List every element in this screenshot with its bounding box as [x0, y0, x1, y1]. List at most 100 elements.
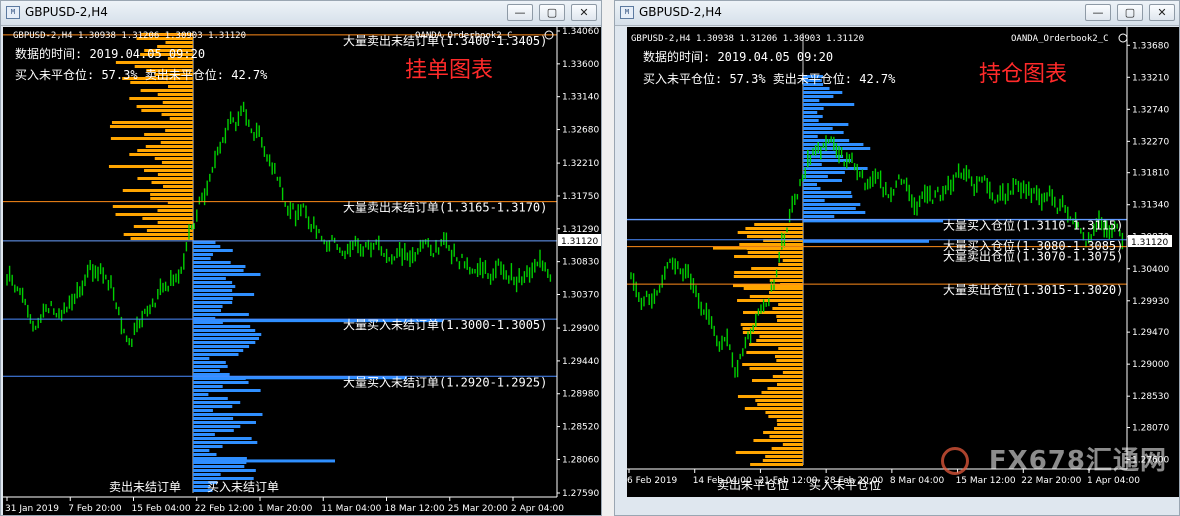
- buy-bar: [193, 325, 251, 328]
- buy-bar: [193, 393, 209, 396]
- sell-bar: [772, 307, 803, 310]
- maximize-icon[interactable]: ▢: [1117, 4, 1143, 21]
- current-price-label: 1.31120: [1131, 238, 1168, 248]
- sell-bar: [112, 205, 193, 208]
- time-tick-label: 2 Apr 04:00: [511, 504, 564, 514]
- sell-bar: [734, 271, 803, 274]
- buy-bar: [193, 297, 233, 300]
- sell-bar: [157, 221, 193, 224]
- sell-bar: [742, 327, 803, 330]
- time-tick-label: 1 Apr 04:00: [1087, 476, 1140, 486]
- buy-bar: [193, 417, 234, 420]
- sell-bar: [750, 463, 803, 466]
- maximize-icon[interactable]: ▢: [539, 4, 565, 21]
- time-tick-label: 25 Mar 20:00: [448, 504, 508, 514]
- mt4-chart-icon: M: [620, 6, 634, 19]
- mt4-chart-icon: M: [6, 6, 20, 19]
- sell-bar: [754, 223, 803, 226]
- buy-bar: [803, 99, 820, 102]
- sell-bar: [123, 233, 193, 236]
- chart-canvas-right[interactable]: 1.33680 1.33210 1.32740 1.32270 1.31810 1.313…: [627, 27, 1179, 497]
- price-tick-label: 1.28060: [562, 455, 599, 465]
- sell-bar: [165, 41, 193, 44]
- price-tick-label: 1.28530: [1132, 392, 1169, 402]
- price-tick-label: 1.31750: [562, 192, 599, 202]
- sell-bar: [157, 209, 193, 212]
- time-ticks: 31 Jan 2019 7 Feb 20:00 15 Feb 04:00 22 Feb…: [5, 497, 564, 514]
- buy-bar: [803, 95, 834, 98]
- buy-bar: [803, 191, 852, 194]
- buy-bar: [193, 397, 228, 400]
- major-bar: [193, 459, 335, 463]
- buy-bar: [193, 465, 245, 468]
- chart-window-right[interactable]: M GBPUSD-2,H4 — ▢ ✕ 1.33680 1.33210 1.3274…: [614, 0, 1180, 516]
- sell-bar: [162, 101, 193, 104]
- indicator-name: OANDA_Orderbook2_C: [415, 31, 513, 41]
- sell-bar: [130, 237, 193, 240]
- chart-window-left[interactable]: M GBPUSD-2,H4 — ▢ ✕ 1.34060 1.33600 1.3314…: [0, 0, 602, 516]
- sell-bar: [150, 193, 193, 196]
- minimize-icon[interactable]: —: [1085, 4, 1111, 21]
- buy-bar: [803, 103, 855, 106]
- buy-bar: [193, 277, 226, 280]
- sell-bar: [778, 303, 803, 306]
- chart-canvas-left[interactable]: 1.34060 1.33600 1.33140 1.32680 1.32210 1.317…: [3, 27, 601, 515]
- time-tick-label: 15 Mar 12:00: [956, 476, 1016, 486]
- sell-bar: [774, 427, 803, 430]
- sell-bar: [769, 279, 803, 282]
- open-ratio: 买入未平仓位: 57.3% 卖出未平仓位: 42.7%: [643, 71, 896, 86]
- candles: [6, 101, 552, 347]
- buy-positions-label: 买入未平仓位: [809, 477, 881, 492]
- buy-bar: [193, 437, 252, 440]
- sell-bar: [144, 169, 193, 172]
- annotations: 大量卖出未结订单(1.3400-1.3405)大量卖出未结订单(1.3165-1…: [343, 34, 547, 389]
- current-price-label: 1.31120: [561, 237, 598, 247]
- sell-bar: [777, 423, 803, 426]
- buy-bar: [193, 469, 256, 472]
- buy-bar: [193, 429, 234, 432]
- price-tick-label: 1.32210: [562, 159, 599, 169]
- time-tick-label: 6 Feb 2019: [627, 476, 678, 486]
- data-time: 数据的时间: 2019.04.05 09:20: [15, 46, 205, 61]
- time-tick-label: 15 Feb 04:00: [132, 504, 191, 514]
- sell-bar: [110, 137, 193, 140]
- buy-bar: [803, 119, 819, 122]
- buy-bar: [193, 293, 255, 296]
- buy-bar: [193, 349, 244, 352]
- time-tick-label: 18 Mar 12:00: [385, 504, 445, 514]
- sell-bar: [142, 217, 193, 220]
- price-chart-right[interactable]: 1.33680 1.33210 1.32740 1.32270 1.31810 1.313…: [627, 27, 1179, 497]
- buy-bar: [193, 405, 233, 408]
- sell-bar: [129, 97, 193, 100]
- price-tick-label: 1.29440: [562, 357, 599, 367]
- price-tick-label: 1.31290: [562, 225, 599, 235]
- time-tick-label: 22 Feb 12:00: [195, 504, 254, 514]
- sell-bar: [168, 85, 193, 88]
- titlebar-right[interactable]: M GBPUSD-2,H4 — ▢ ✕: [615, 1, 1179, 26]
- sell-bar: [778, 263, 803, 266]
- buy-bar: [193, 261, 231, 264]
- sell-bar: [115, 61, 193, 64]
- time-tick-label: 1 Mar 20:00: [258, 504, 313, 514]
- buy-bar: [193, 433, 215, 436]
- buy-bar: [193, 409, 213, 412]
- sell-bar: [776, 315, 803, 318]
- titlebar-left[interactable]: M GBPUSD-2,H4 — ▢ ✕: [1, 1, 601, 26]
- sell-bar: [756, 339, 803, 342]
- close-icon[interactable]: ✕: [1149, 4, 1175, 21]
- price-tick-label: 1.30370: [562, 290, 599, 300]
- sell-bar: [129, 153, 193, 156]
- smiley-icon: [1118, 33, 1128, 43]
- buy-bar: [193, 329, 256, 332]
- sell-bar: [108, 165, 193, 168]
- price-tick-label: 1.28070: [1132, 424, 1169, 434]
- sell-bar: [745, 227, 803, 230]
- close-icon[interactable]: ✕: [571, 4, 597, 21]
- price-chart-left[interactable]: 1.34060 1.33600 1.33140 1.32680 1.32210 1.317…: [3, 27, 601, 515]
- level-annotation: 大量买入未结订单(1.3000-1.3005): [343, 318, 547, 332]
- sell-bar: [111, 121, 193, 124]
- minimize-icon[interactable]: —: [507, 4, 533, 21]
- sell-bar: [774, 355, 803, 358]
- buy-bar: [193, 441, 258, 444]
- price-tick-label: 1.31810: [1132, 169, 1169, 179]
